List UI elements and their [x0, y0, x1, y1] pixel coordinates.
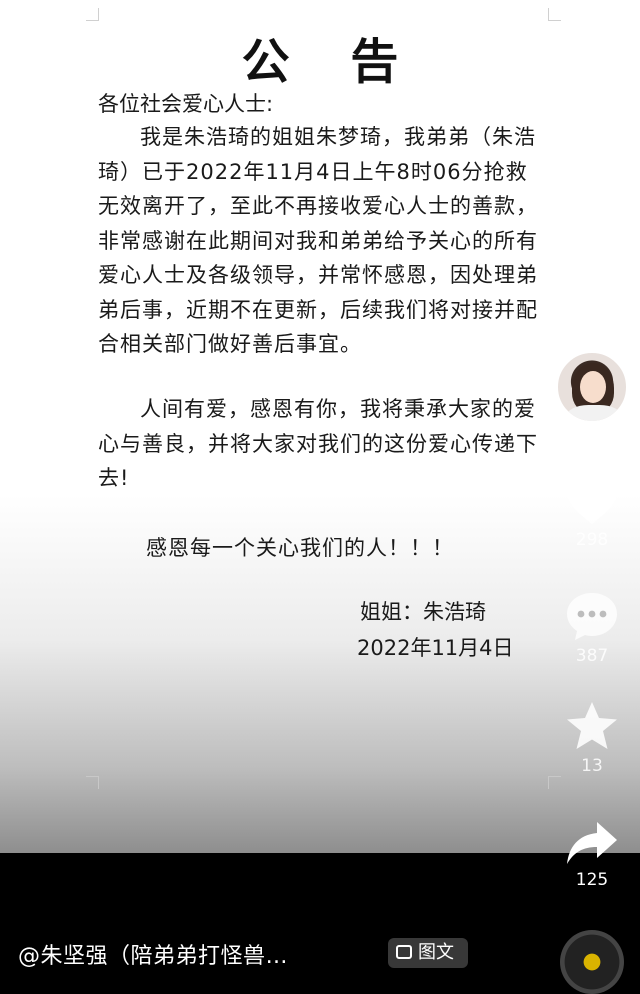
author-title[interactable]: @朱坚强（陪弟弟打怪兽…: [18, 938, 288, 970]
notice-document: 公 告 各位社会爱心人士: 我是朱浩琦的姐姐朱梦琦，我弟弟（朱浩琦）已于2022…: [0, 0, 640, 853]
post-type-chip[interactable]: 图文: [388, 938, 468, 968]
crop-mark: [86, 8, 99, 21]
favorite-count: 13: [581, 756, 603, 776]
notice-thanks: 感恩每一个关心我们的人！！！: [146, 536, 454, 560]
comment-icon: [567, 593, 617, 640]
comment-count: 387: [575, 646, 609, 666]
notice-date: 2022年11月4日: [357, 636, 514, 660]
comment-button[interactable]: 387: [556, 590, 628, 666]
like-button[interactable]: 298: [556, 474, 628, 550]
favorite-button[interactable]: 13: [556, 700, 628, 776]
music-disc-icon[interactable]: [560, 930, 624, 994]
author-avatar[interactable]: [556, 351, 628, 423]
post-type-label: 图文: [418, 942, 454, 963]
star-icon: [567, 702, 617, 749]
notice-paragraph: 我是朱浩琦的姐姐朱梦琦，我弟弟（朱浩琦）已于2022年11月4日上午8时06分抢…: [98, 125, 538, 356]
notice-signature: 姐姐：朱浩琦: [360, 600, 486, 624]
notice-salutation: 各位社会爱心人士:: [98, 92, 274, 116]
crop-mark: [548, 776, 561, 789]
notice-paragraph: 人间有爱，感恩有你，我将秉承大家的爱心与善良，并将大家对我们的这份爱心传递下去!: [98, 397, 538, 490]
avatar-shirt: [566, 405, 622, 421]
avatar-face: [580, 371, 606, 403]
like-count: 298: [575, 530, 609, 550]
crop-mark: [86, 776, 99, 789]
image-text-icon: [396, 945, 412, 959]
share-arrow-icon: [567, 822, 617, 864]
notice-title: 公 告: [241, 34, 421, 90]
share-count: 125: [575, 870, 609, 890]
heart-icon: [566, 476, 618, 524]
share-button[interactable]: 125: [556, 820, 628, 890]
crop-mark: [548, 8, 561, 21]
